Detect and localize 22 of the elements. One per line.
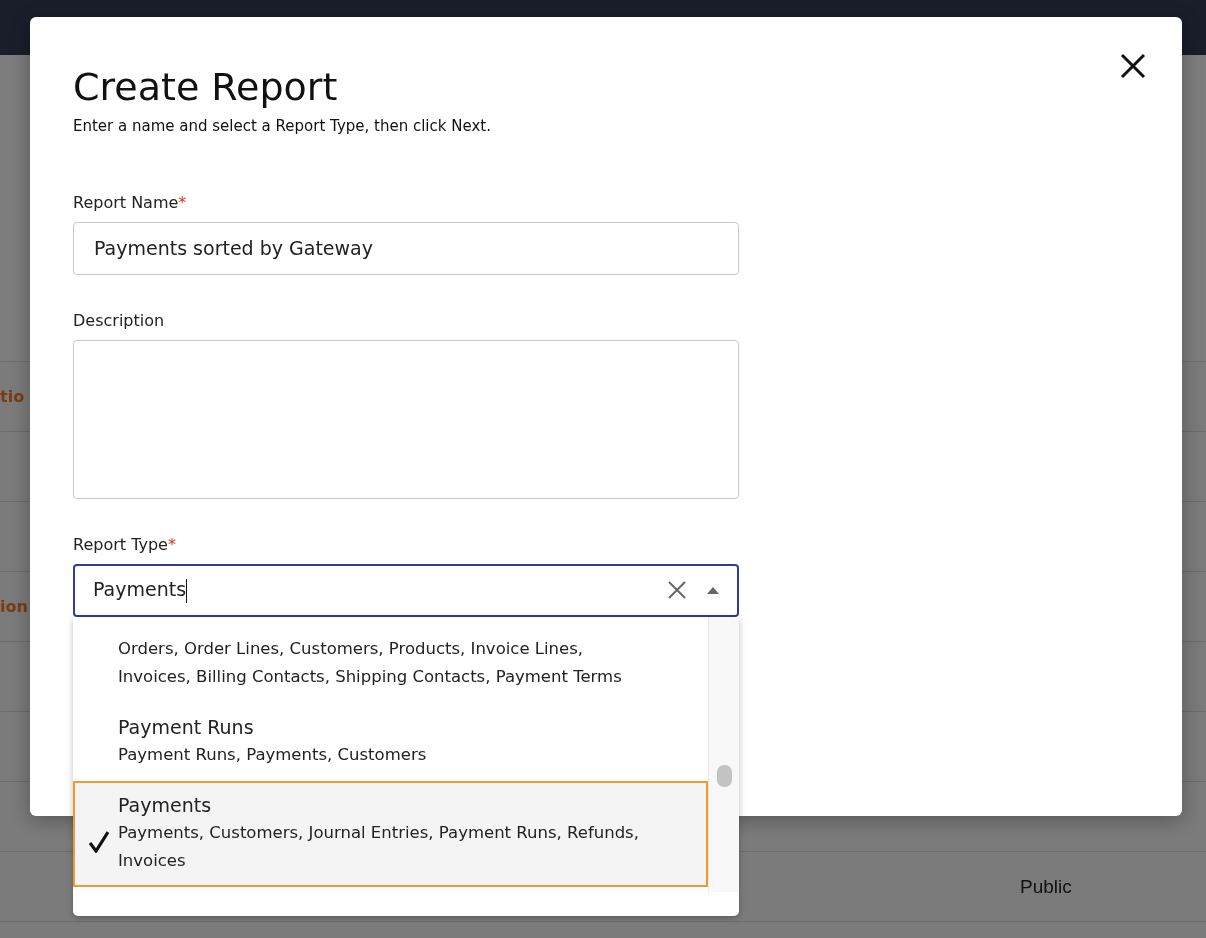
check-icon	[89, 830, 109, 853]
dropdown-option[interactable]: Payment Runs Payment Runs, Payments, Customers	[73, 702, 708, 781]
required-mark: *	[167, 534, 176, 554]
dialog-title: Create Report	[73, 67, 339, 109]
close-icon	[1120, 53, 1146, 79]
field-label: Description	[73, 310, 165, 330]
close-button[interactable]	[1120, 53, 1146, 79]
description-field[interactable]	[73, 339, 739, 499]
required-mark: *	[178, 192, 187, 212]
report-type-combobox[interactable]: Payments	[73, 563, 739, 617]
clear-icon[interactable]	[667, 580, 687, 601]
scrollbar[interactable]	[708, 616, 739, 892]
dropdown-option[interactable]: Payments Payments, Customers, Journal Entries, Payment Runs, Refunds, Invoices	[73, 780, 708, 887]
caret-up-icon[interactable]	[707, 586, 719, 594]
table-cell: Public	[1020, 875, 1072, 898]
dropdown-option[interactable]: Orders, Order Lines, Customers, Products, Invoice Lines, Invoices, Billing Contacts, Shipping Contacts, Payment Terms	[73, 616, 708, 703]
table-cell: tio	[0, 387, 25, 406]
field-label: Report Type	[73, 534, 168, 554]
dialog-subtitle: Enter a name and select a Report Type, then click Next.	[73, 116, 492, 135]
table-cell: ion	[0, 597, 28, 616]
report-name-field[interactable]: Payments sorted by Gateway	[73, 221, 739, 275]
field-label: Report Name	[73, 192, 179, 212]
